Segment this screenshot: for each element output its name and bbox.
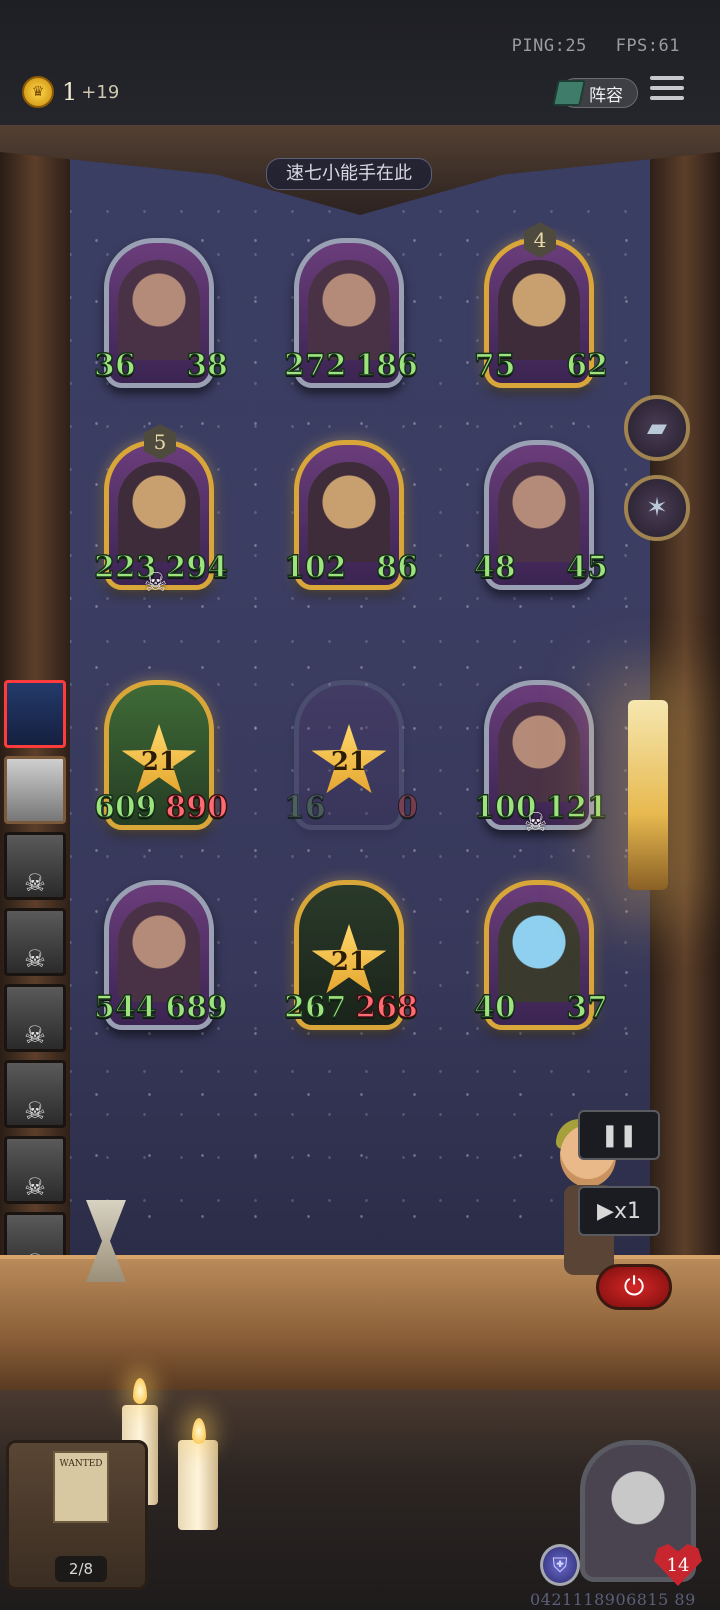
skull-icon: ☠ [24,945,46,973]
attack-value: 102 [283,549,347,586]
unit-portrait [498,702,580,802]
power-icon: ⏻ [623,1271,645,1302]
fps-readout: FPS:61 [615,36,680,56]
unit-card[interactable]: 21 609 890 [93,680,229,835]
attack-value: 48 [473,549,516,586]
unit-portrait [118,260,200,360]
skull-icon: ☠ [24,869,46,897]
shield-icon[interactable]: ⛨ [540,1544,580,1586]
creature-item-button[interactable]: ✶ [624,475,690,541]
health-value: 268 [355,989,419,1026]
unit-portrait [498,902,580,1002]
lamp-decoration [628,700,668,890]
gold-counter: ♛ 1 +19 [22,76,119,108]
roster-item[interactable] [4,756,66,824]
skull-icon: ☠ [24,1173,46,1201]
unit-card[interactable]: 4 75 62 [473,222,609,393]
health-value: 121 [545,789,609,826]
unit-portrait [498,462,580,562]
right-pillar [650,125,720,1255]
network-status: PING:25 FPS:61 [494,36,680,56]
unit-portrait [308,462,390,562]
lineup-label: 阵容 [589,85,623,106]
attack-value: 272 [283,347,347,384]
wanted-poster: WANTED [53,1451,109,1523]
player-uid: 0421118906815 89 [530,1590,696,1609]
health-value: 689 [165,989,229,1026]
top-bar: PING:25 FPS:61 ♛ 1 +19 阵容 [0,0,720,125]
ping-readout: PING:25 [511,36,587,56]
creature-icon: ✶ [646,493,668,523]
lineup-button[interactable]: 阵容 [552,78,638,108]
attack-value: 36 [93,347,136,384]
gold-count: 1 [62,78,78,106]
roster-item[interactable]: ☠ [4,984,66,1052]
gold-coin-icon: ♛ [22,76,54,108]
unit-card[interactable]: 100 ☠ 121 [473,680,609,838]
quit-button[interactable]: ⏻ [596,1264,672,1310]
unit-portrait [118,462,200,562]
pause-button[interactable]: ❚❚ [578,1110,660,1160]
wanted-poster-title: WANTED [59,1459,103,1469]
attack-value: 16 [284,790,327,826]
wanted-progress: 2/8 [55,1556,107,1582]
health-value: 62 [566,347,609,384]
roster-item[interactable]: ☠ [4,1136,66,1204]
unit-card[interactable]: 544 689 [93,880,229,1035]
menu-button[interactable] [650,76,684,106]
unit-portrait [118,902,200,1002]
attack-value: 544 [93,989,157,1026]
skull-icon: ☠ [144,568,168,598]
skull-icon: ☠ [24,1021,46,1049]
unit-portrait [308,260,390,360]
roster-item[interactable]: ☠ [4,1060,66,1128]
gold-bonus: +19 [81,81,120,103]
attack-value: 40 [473,989,516,1026]
speed-button[interactable]: ▶x1 [578,1186,660,1236]
player-health-value: 14 [666,1554,690,1576]
wanted-board[interactable]: WANTED 2/8 [6,1440,148,1590]
health-value: 45 [566,549,609,586]
book-icon [552,80,586,106]
skull-icon: ☠ [24,1097,46,1125]
unit-card[interactable]: 102 86 [283,440,419,595]
opponent-banner: 速七小能手在此 [266,158,432,190]
unit-card[interactable]: 21 267 268 [283,880,419,1035]
unit-card[interactable]: 48 45 [473,440,609,595]
unit-card[interactable]: 5 223 ☠ 294 [93,424,229,598]
unit-card[interactable]: 21 16 0 [284,680,418,835]
health-value: 186 [355,347,419,384]
opponent-roster: ☠ ☠ ☠ ☠ ☠ ☠ [0,680,72,1288]
unit-portrait [498,260,580,360]
pause-icon: ❚❚ [600,1122,638,1148]
unit-card[interactable]: 272 186 [283,238,419,393]
speed-label: ▶x1 [597,1198,641,1224]
roster-item[interactable]: ☠ [4,832,66,900]
skull-icon: ☠ [524,808,548,838]
candle-decoration [178,1440,218,1530]
unit-card[interactable]: 40 37 [473,880,609,1035]
health-value: 38 [186,347,229,384]
unit-card[interactable]: 36 38 [93,238,229,393]
eraser-item-button[interactable]: ▰ [624,395,690,461]
health-value: 294 [165,549,229,586]
health-value: 86 [376,549,419,586]
eraser-icon: ▰ [647,413,667,443]
attack-value: 267 [283,989,347,1026]
roster-item-current[interactable] [4,680,66,748]
health-value: 890 [165,789,229,826]
roster-item[interactable]: ☠ [4,908,66,976]
attack-value: 609 [93,789,157,826]
health-value: 0 [397,790,419,826]
attack-value: 75 [473,347,516,384]
menu-icon [650,76,684,80]
health-value: 37 [566,989,609,1026]
